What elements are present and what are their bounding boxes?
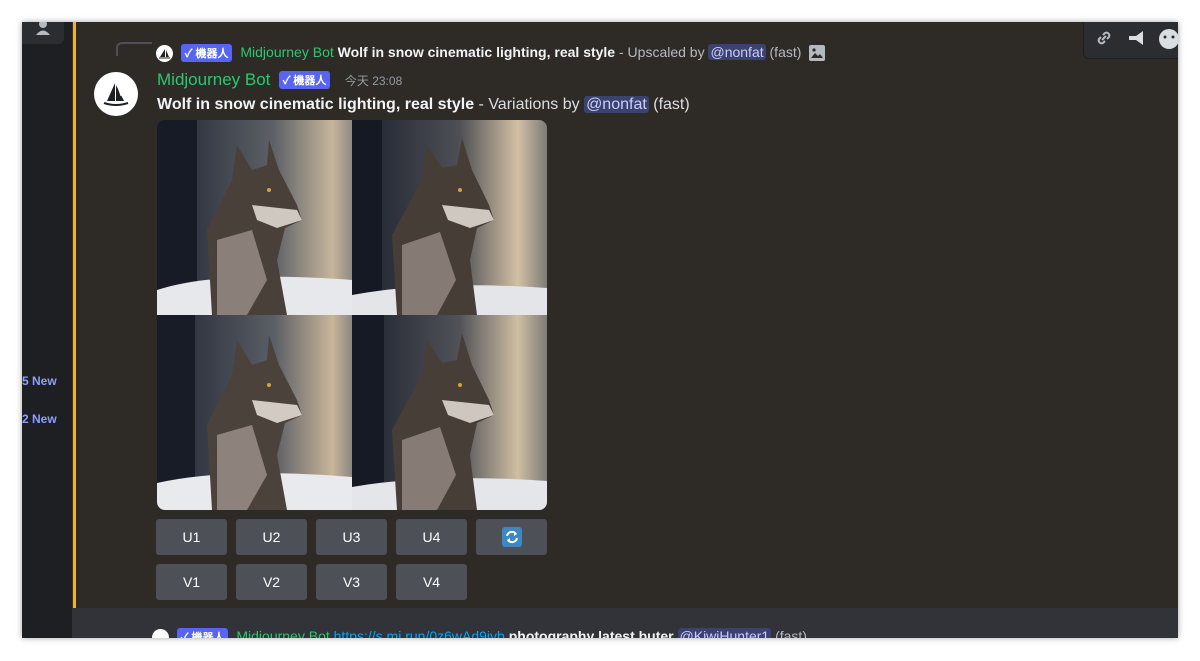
message-hover-toolbar [1083,22,1178,59]
reply-speed: (fast) [765,44,802,60]
next-speed: (fast) [771,628,807,638]
speed-text: (fast) [648,96,690,113]
reroll-icon [501,526,522,547]
message-content: Wolf in snow cinematic lighting, real st… [157,96,690,114]
variation-button-v4[interactable]: V4 [396,564,467,600]
message-area: ✓ 機器人 Midjourney Bot Wolf in snow cinema… [72,22,1178,638]
reply-mention[interactable]: @nonfat [708,44,766,60]
reroll-button[interactable] [476,519,547,555]
prompt-text: Wolf in snow cinematic lighting, real st… [157,96,475,113]
upscale-button-u3[interactable]: U3 [316,519,387,555]
wolf-variations-grid[interactable] [157,120,547,510]
reply-prompt: Wolf in snow cinematic lighting, real st… [337,44,616,60]
timestamp: 今天 23:08 [344,73,403,88]
user-mention[interactable]: @nonfat [584,96,649,113]
variation-button-v1[interactable]: V1 [156,564,227,600]
image-icon [809,45,826,62]
upscale-button-u1[interactable]: U1 [156,519,227,555]
next-author[interactable]: Midjourney Bot [236,628,329,638]
wolf-image-tile [352,315,547,510]
bot-mini-avatar[interactable] [152,628,169,638]
upscale-button-u2[interactable]: U2 [236,519,307,555]
channel-sidebar: 5 New 2 New [22,22,72,638]
wolf-image-tile [157,315,352,510]
user-button[interactable] [22,22,64,44]
reply-suffix: - Upscaled by [615,44,709,60]
next-link[interactable]: https://s.mj.run/0z6wAd9iyb [334,628,505,638]
reply-reference[interactable]: ✓ 機器人 Midjourney Bot Wolf in snow cinema… [156,44,826,63]
megaphone-icon[interactable] [1126,28,1146,53]
bot-tag: ✓ 機器人 [176,628,229,638]
bot-avatar[interactable] [94,72,138,116]
next-message-reply[interactable]: ✓ 機器人 Midjourney Bot https://s.mj.run/0z… [152,628,807,638]
link-icon[interactable] [1094,28,1114,53]
message-header: Midjourney Bot ✓ 機器人 今天 23:08 [157,70,402,90]
sailboat-icon [103,83,129,106]
next-mention[interactable]: @KiwiHunter1 [677,628,772,638]
upscale-button-u4[interactable]: U4 [396,519,467,555]
user-icon [36,22,50,35]
next-text: photography latest buter [504,628,674,638]
reply-connector [116,42,152,56]
highlighted-message: ✓ 機器人 Midjourney Bot Wolf in snow cinema… [73,22,1178,608]
new-messages-badge[interactable]: 5 New [22,374,57,388]
wolf-image-tile [352,120,547,315]
bot-tag: ✓ 機器人 [278,71,331,89]
bot-tag: ✓ 機器人 [180,44,233,63]
variation-button-v2[interactable]: V2 [236,564,307,600]
message-suffix: - Variations by [474,96,585,113]
bot-mini-avatar[interactable] [156,44,173,62]
author-name[interactable]: Midjourney Bot [157,70,270,89]
new-messages-badge[interactable]: 2 New [22,412,57,426]
emoji-icon[interactable] [1158,28,1178,55]
wolf-image-tile [157,120,352,315]
variation-button-v3[interactable]: V3 [316,564,387,600]
discord-window: 5 New 2 New ✓ 機器人 Midjourney Bot Wolf in… [22,22,1178,638]
reply-author[interactable]: Midjourney Bot [240,44,333,60]
